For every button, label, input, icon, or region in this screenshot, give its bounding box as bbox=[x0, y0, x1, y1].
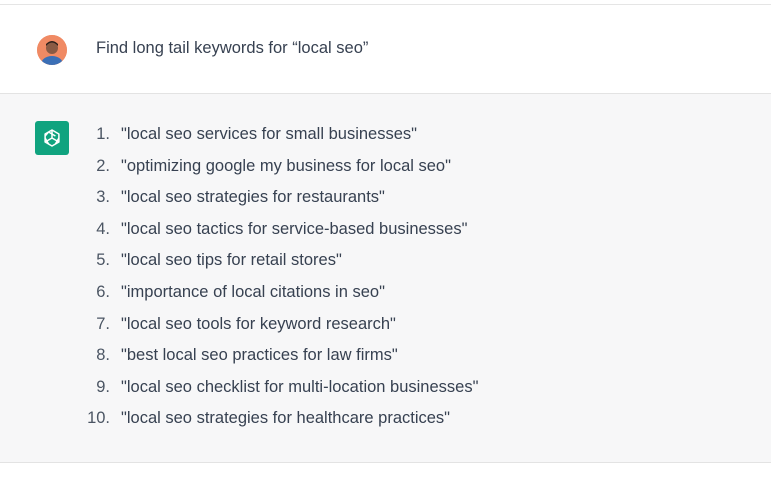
assistant-message-row: 1. "local seo services for small busines… bbox=[0, 94, 771, 463]
list-item-number: 6. bbox=[96, 282, 110, 301]
list-item-number: 3. bbox=[96, 188, 110, 207]
list-item-text: "local seo tools for keyword research" bbox=[121, 314, 396, 333]
list-item-number: 5. bbox=[96, 251, 110, 270]
list-item-number: 7. bbox=[96, 314, 110, 333]
list-item-text: "importance of local citations in seo" bbox=[121, 282, 385, 301]
list-item-number: 4. bbox=[96, 219, 110, 238]
list-item-number: 10. bbox=[87, 409, 110, 428]
user-message-text: Find long tail keywords for “local seo” bbox=[96, 39, 369, 57]
list-item-text: "optimizing google my business for local… bbox=[121, 156, 451, 175]
list-item-text: "local seo strategies for restaurants" bbox=[121, 188, 385, 207]
user-message-row: Find long tail keywords for “local seo” bbox=[0, 5, 771, 94]
list-item-text: "local seo tactics for service-based bus… bbox=[121, 219, 468, 238]
list-item-number: 8. bbox=[96, 346, 110, 365]
list-item-number: 9. bbox=[96, 377, 110, 396]
chat-page: Find long tail keywords for “local seo” … bbox=[0, 0, 771, 489]
list-item-text: "local seo tips for retail stores" bbox=[121, 251, 342, 270]
list-item-text: "local seo checklist for multi-location … bbox=[121, 377, 479, 396]
openai-logo-icon bbox=[35, 121, 69, 155]
list-item-text: "local seo services for small businesses… bbox=[121, 125, 417, 143]
list-item-number: 2. bbox=[96, 156, 110, 175]
list-item-number: 1. bbox=[96, 125, 110, 143]
list-item-text: "best local seo practices for law firms" bbox=[121, 346, 398, 365]
user-avatar bbox=[37, 35, 67, 65]
list-item-text: "local seo strategies for healthcare pra… bbox=[121, 409, 451, 428]
